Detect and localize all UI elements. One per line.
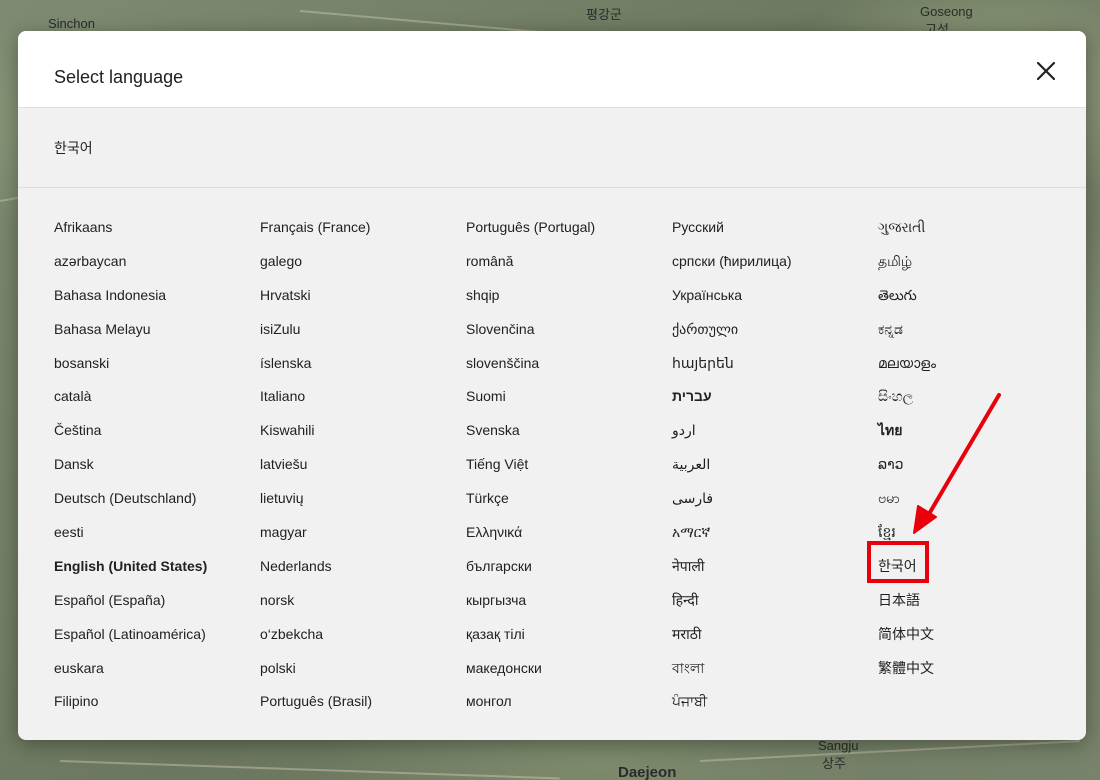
arrow-icon	[913, 393, 1001, 534]
